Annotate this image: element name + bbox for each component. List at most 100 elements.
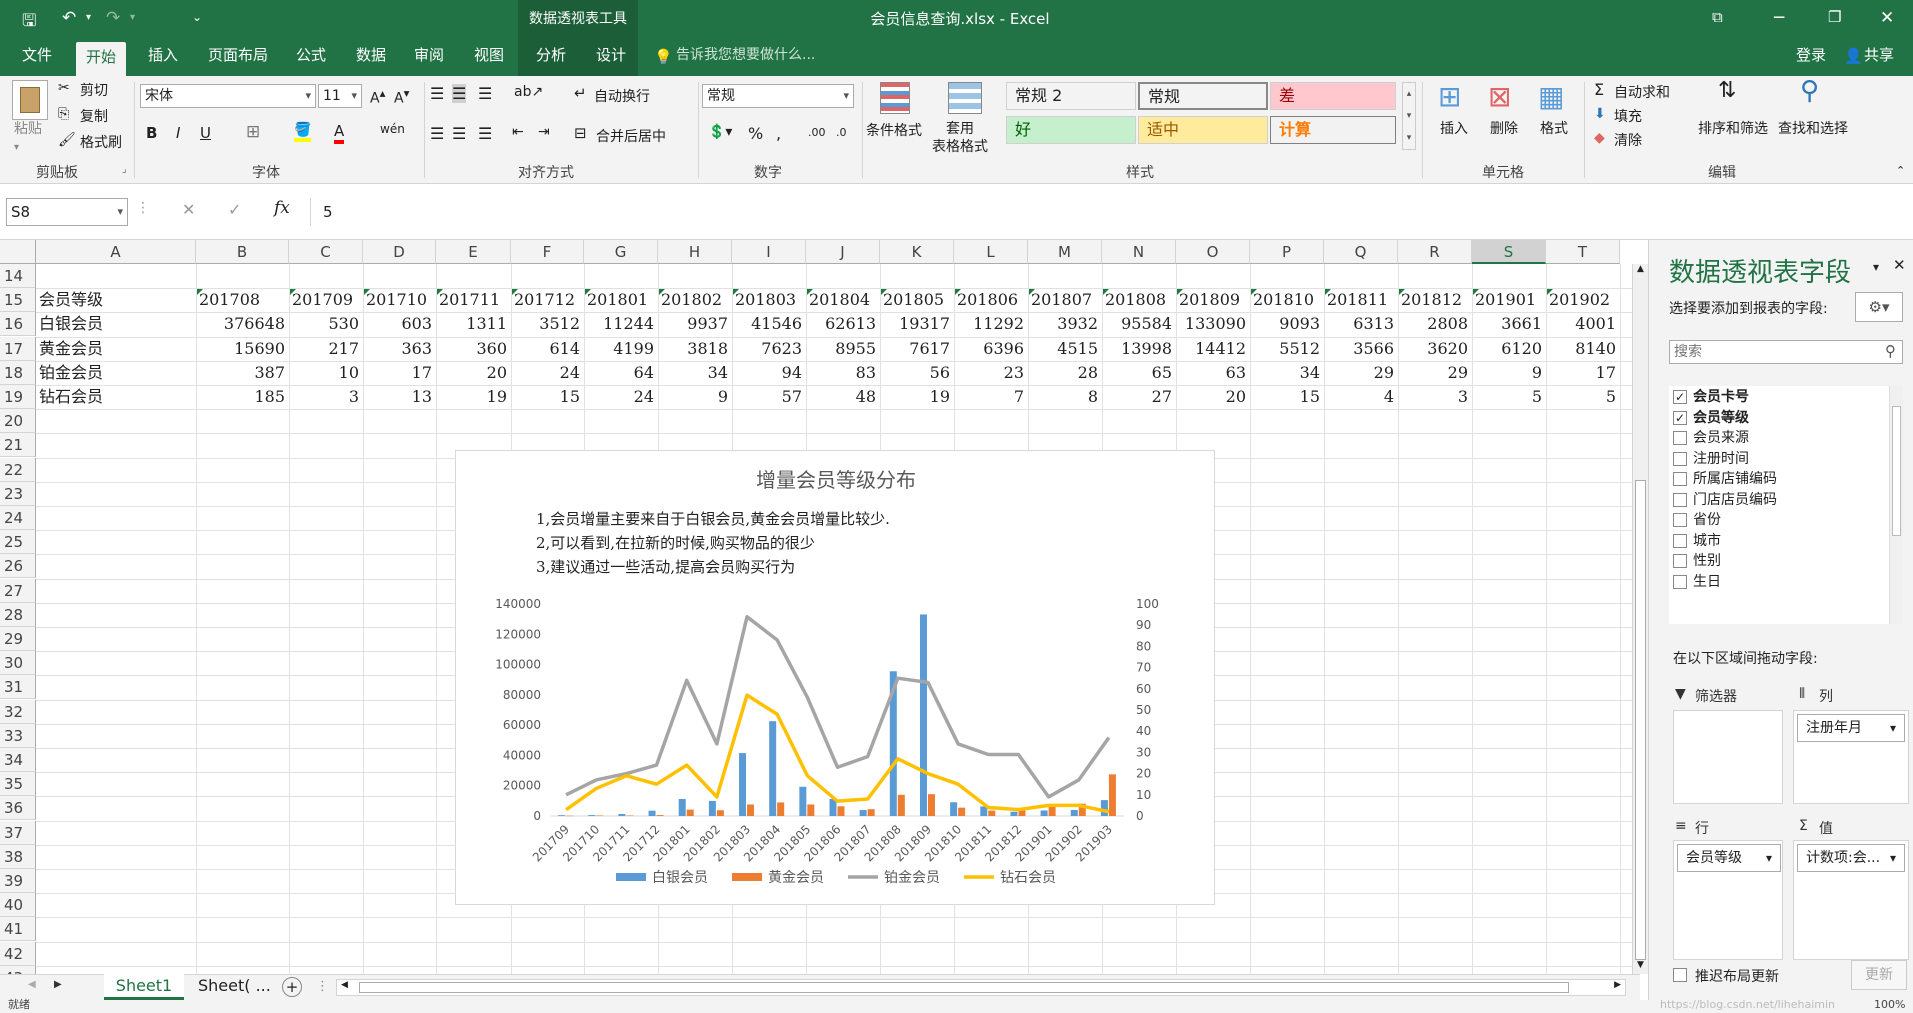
table-cell[interactable]: 8 (1031, 385, 1102, 409)
table-cell[interactable]: 会员等级 (39, 288, 196, 312)
gear-icon[interactable]: ⚙▾ (1855, 292, 1903, 322)
table-cell[interactable]: 7623 (735, 337, 806, 361)
field-checkbox[interactable] (1673, 492, 1687, 507)
row-header[interactable]: 20 (0, 409, 36, 434)
tab-design[interactable]: 设计 (592, 38, 630, 76)
row-header[interactable]: 28 (0, 602, 36, 627)
pane-options-icon[interactable]: ▾ (1873, 260, 1879, 274)
column-header[interactable]: O (1176, 240, 1250, 264)
filter-area[interactable] (1673, 710, 1783, 804)
paste-icon[interactable] (12, 80, 48, 120)
tab-analyze[interactable]: 分析 (532, 38, 570, 76)
table-cell[interactable]: 201902 (1549, 288, 1620, 312)
increase-decimal-icon[interactable]: .00 (808, 126, 826, 139)
table-cell[interactable]: 9 (661, 385, 732, 409)
column-header[interactable]: A (36, 240, 196, 264)
update-button[interactable]: 更新 (1851, 960, 1907, 990)
table-cell[interactable]: 5 (1475, 385, 1546, 409)
table-cell[interactable]: 3932 (1031, 312, 1102, 336)
save-icon[interactable]: 🖫 (22, 8, 36, 37)
table-cell[interactable]: 201805 (883, 288, 954, 312)
table-cell[interactable]: 201812 (1401, 288, 1472, 312)
fill-color-icon[interactable]: 🪣 (294, 122, 312, 142)
table-cell[interactable]: 201712 (514, 288, 584, 312)
column-header[interactable]: C (289, 240, 363, 264)
table-cell[interactable]: 8140 (1549, 337, 1620, 361)
table-cell[interactable]: 4199 (587, 337, 658, 361)
defer-update-checkbox[interactable] (1673, 968, 1687, 982)
table-cell[interactable]: 19 (883, 385, 954, 409)
row-field-pill[interactable]: 会员等级 (1677, 844, 1781, 872)
align-right-icon[interactable]: ☰ (478, 124, 492, 143)
table-cell[interactable]: 57 (735, 385, 806, 409)
row-header[interactable]: 27 (0, 578, 36, 603)
tab-home[interactable]: 开始 (76, 42, 127, 76)
styles-gallery-scroll[interactable]: ▴ ▾ ▾ (1402, 82, 1416, 150)
field-checkbox[interactable] (1673, 554, 1687, 568)
column-header[interactable]: Q (1324, 240, 1398, 264)
table-cell[interactable]: 201709 (292, 288, 363, 312)
minimize-icon[interactable]: ─ (1774, 8, 1784, 28)
sort-filter-button[interactable]: 排序和筛选 (1698, 118, 1768, 138)
table-cell[interactable]: 9093 (1253, 312, 1324, 336)
table-cell[interactable]: 34 (1253, 361, 1324, 385)
style-neutral[interactable]: 适中 (1138, 116, 1268, 144)
autosum-button[interactable]: 自动求和 (1614, 82, 1670, 102)
table-cell[interactable]: 20 (439, 361, 511, 385)
table-cell[interactable]: 201810 (1253, 288, 1324, 312)
table-cell[interactable]: 95584 (1105, 312, 1176, 336)
zoom-level[interactable]: 100% (1874, 998, 1905, 1012)
row-header[interactable]: 33 (0, 723, 36, 748)
style-normal[interactable]: 常规 (1138, 82, 1268, 110)
sheet-tab-sheet1[interactable]: Sheet1 (104, 974, 184, 1000)
redo-dropdown-icon[interactable]: ▾ (130, 12, 135, 23)
column-header[interactable]: M (1028, 240, 1102, 264)
vertical-scrollbar[interactable]: ▲ ▼ (1632, 264, 1648, 974)
tab-formulas[interactable]: 公式 (292, 38, 330, 76)
row-header[interactable]: 25 (0, 530, 36, 555)
select-all-corner[interactable] (0, 240, 36, 264)
table-cell[interactable]: 铂金会员 (39, 361, 196, 385)
table-cell[interactable]: 603 (366, 312, 436, 336)
table-cell[interactable]: 6396 (957, 337, 1028, 361)
row-header[interactable]: 21 (0, 433, 36, 458)
wrap-text-button[interactable]: 自动换行 (594, 86, 650, 106)
font-name-combo[interactable]: 宋体 (140, 84, 316, 108)
style-calculation[interactable]: 计算 (1270, 116, 1396, 144)
horizontal-scrollbar[interactable]: ◀ ▶ (336, 979, 1626, 996)
table-cell[interactable]: 7 (957, 385, 1028, 409)
percent-icon[interactable]: % (748, 124, 763, 143)
table-cell[interactable]: 201808 (1105, 288, 1176, 312)
table-cell[interactable]: 3512 (514, 312, 584, 336)
column-header[interactable]: L (954, 240, 1028, 264)
table-cell[interactable]: 3 (1401, 385, 1472, 409)
field-list-scrollbar[interactable] (1889, 386, 1903, 624)
orientation-icon[interactable]: ab↗ (514, 84, 543, 100)
phonetic-icon[interactable]: wén (380, 122, 405, 136)
table-cell[interactable]: 17 (366, 361, 436, 385)
clear-button[interactable]: 清除 (1614, 130, 1642, 150)
delete-cells-button[interactable]: 删除 (1490, 118, 1518, 138)
sheet-tab-sheet2[interactable]: Sheet( ... (192, 975, 282, 999)
table-cell[interactable]: 63 (1179, 361, 1250, 385)
cancel-formula-icon[interactable]: ✕ (182, 200, 195, 219)
decrease-indent-icon[interactable]: ⇤ (512, 124, 524, 140)
fill-button[interactable]: 填充 (1614, 106, 1642, 126)
table-cell[interactable]: 201809 (1179, 288, 1250, 312)
pivot-chart[interactable]: 增量会员等级分布 1,会员增量主要来自于白银会员,黄金会员增量比较少. 2,可以… (455, 450, 1215, 905)
row-header[interactable]: 39 (0, 869, 36, 893)
borders-icon[interactable]: ⊞ (246, 122, 260, 142)
align-left-icon[interactable]: ☰ (430, 124, 444, 143)
table-cell[interactable]: 201711 (439, 288, 511, 312)
table-cell[interactable]: 7617 (883, 337, 954, 361)
shrink-font-icon[interactable]: A▾ (394, 86, 409, 107)
row-header[interactable]: 37 (0, 820, 36, 845)
table-cell[interactable]: 5 (1549, 385, 1620, 409)
table-cell[interactable]: 28 (1031, 361, 1102, 385)
table-cell[interactable]: 360 (439, 337, 511, 361)
row-header[interactable]: 30 (0, 651, 36, 676)
tab-review[interactable]: 审阅 (410, 38, 448, 76)
column-header[interactable]: R (1398, 240, 1472, 264)
table-cell[interactable]: 3 (292, 385, 363, 409)
field-checkbox[interactable] (1673, 431, 1687, 445)
